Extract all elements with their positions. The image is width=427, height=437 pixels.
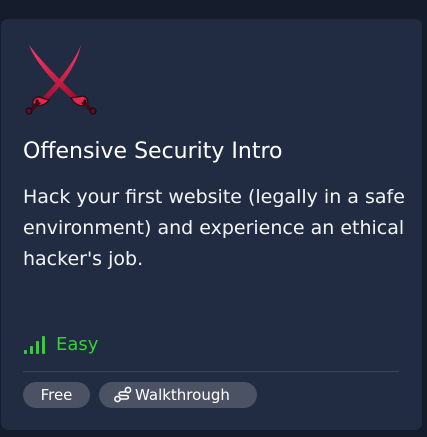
walkthrough-tag: Walkthrough <box>99 382 257 408</box>
card-divider <box>23 371 399 372</box>
tag-list: Free Walkthrough <box>23 382 257 408</box>
crossed-swords-icon <box>23 43 99 119</box>
room-description: Hack your first website (legally in a sa… <box>23 186 405 270</box>
walkthrough-tag-label: Walkthrough <box>135 386 230 404</box>
walkthrough-path-icon <box>113 386 133 404</box>
signal-bars-icon <box>23 335 47 355</box>
room-title: Offensive Security Intro <box>23 139 283 164</box>
difficulty-indicator: Easy <box>23 332 98 358</box>
free-tag: Free <box>23 382 90 408</box>
room-card[interactable]: Offensive Security Intro Hack your first… <box>1 19 422 430</box>
difficulty-label: Easy <box>56 334 99 355</box>
free-tag-label: Free <box>40 386 73 404</box>
